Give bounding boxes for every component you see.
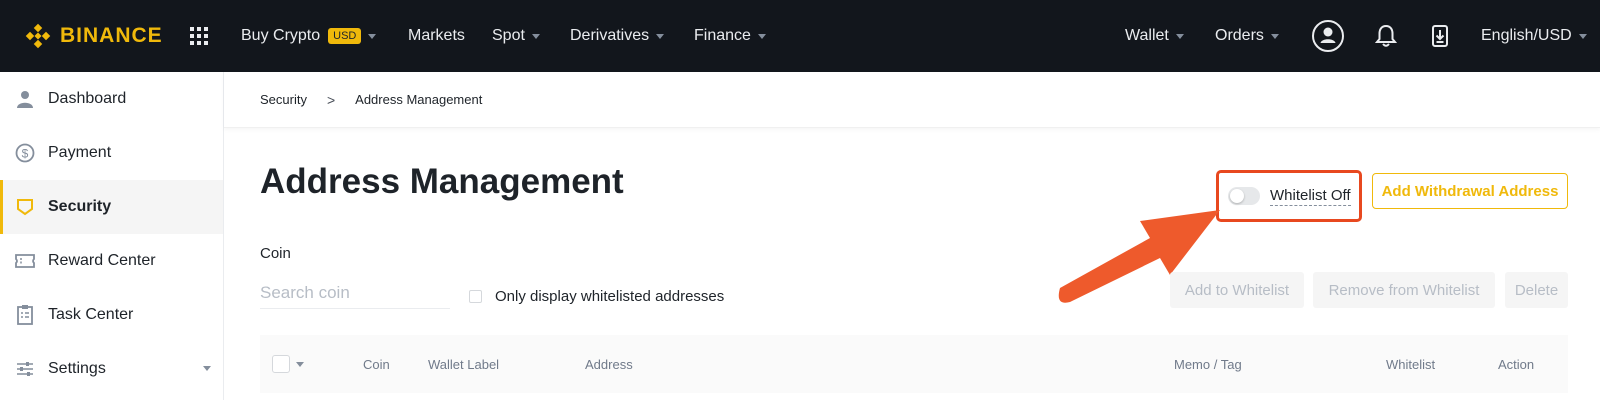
- only-whitelisted-filter[interactable]: Only display whitelisted addresses: [469, 288, 724, 305]
- nav-wallet[interactable]: Wallet: [1125, 0, 1184, 72]
- nav-orders-label: Orders: [1215, 27, 1264, 44]
- sidebar-item-label: Security: [48, 198, 112, 215]
- logo-text: BINANCE: [60, 24, 163, 47]
- chevron-down-icon: [1175, 33, 1184, 39]
- bell-icon[interactable]: [1368, 18, 1404, 54]
- sliders-icon: [14, 358, 36, 380]
- shield-icon: [14, 196, 36, 218]
- breadcrumb: Security > Address Management: [224, 72, 1600, 128]
- delete-button[interactable]: Delete: [1505, 272, 1568, 308]
- apps-grid-icon[interactable]: [190, 27, 208, 45]
- nav-buy-crypto-label: Buy Crypto: [241, 27, 321, 44]
- select-all-checkbox[interactable]: [272, 355, 290, 373]
- sidebar-item-label: Reward Center: [48, 252, 156, 269]
- nav-orders[interactable]: Orders: [1215, 0, 1279, 72]
- chevron-down-icon: [1270, 33, 1279, 39]
- only-whitelisted-label: Only display whitelisted addresses: [495, 288, 725, 305]
- whitelist-toggle-highlight: Whitelist Off: [1216, 170, 1362, 222]
- add-withdrawal-address-button[interactable]: Add Withdrawal Address: [1372, 173, 1568, 209]
- column-header-whitelist: Whitelist: [1386, 356, 1436, 372]
- user-avatar-icon[interactable]: [1310, 18, 1346, 54]
- chevron-down-icon: [1578, 33, 1587, 39]
- chevron-down-icon: [203, 366, 211, 371]
- remove-from-whitelist-button[interactable]: Remove from Whitelist: [1313, 272, 1495, 308]
- breadcrumb-security-link[interactable]: Security: [260, 92, 307, 107]
- column-header-coin: Coin: [363, 356, 390, 372]
- top-navigation-bar: BINANCE Buy Crypto USD Markets Spot Deri…: [0, 0, 1600, 72]
- whitelist-toggle-switch[interactable]: [1228, 187, 1260, 205]
- nav-buy-crypto[interactable]: Buy Crypto USD: [241, 0, 377, 72]
- add-to-whitelist-button[interactable]: Add to Whitelist: [1170, 272, 1304, 308]
- sidebar-item-dashboard[interactable]: Dashboard: [0, 72, 223, 126]
- page-title: Address Management: [260, 162, 624, 201]
- sidebar-item-label: Settings: [48, 360, 106, 377]
- search-coin-input[interactable]: [260, 277, 450, 309]
- chevron-down-icon: [531, 33, 540, 39]
- chevron-down-icon: [757, 33, 766, 39]
- whitelist-status-label[interactable]: Whitelist Off: [1270, 187, 1351, 206]
- nav-spot[interactable]: Spot: [492, 0, 540, 72]
- usd-badge: USD: [328, 28, 362, 44]
- nav-markets-label: Markets: [408, 27, 465, 44]
- nav-wallet-label: Wallet: [1125, 27, 1169, 44]
- language-label: English/USD: [1481, 27, 1572, 44]
- sidebar: Dashboard $ Payment Security Reward Cent…: [0, 72, 224, 400]
- sidebar-item-label: Payment: [48, 144, 112, 161]
- sidebar-item-label: Task Center: [48, 306, 134, 323]
- column-header-address: Address: [585, 356, 633, 372]
- only-whitelisted-checkbox[interactable]: [469, 290, 482, 303]
- clipboard-icon: [14, 304, 36, 326]
- nav-markets[interactable]: Markets: [408, 0, 465, 72]
- address-table-header: Coin Wallet Label Address Memo / Tag Whi…: [260, 335, 1568, 393]
- sidebar-item-reward-center[interactable]: Reward Center: [0, 234, 223, 288]
- breadcrumb-current: Address Management: [355, 92, 483, 107]
- dollar-circle-icon: $: [14, 142, 36, 164]
- sidebar-item-label: Dashboard: [48, 90, 127, 107]
- chevron-down-icon[interactable]: [296, 361, 304, 367]
- nav-finance-label: Finance: [694, 27, 751, 44]
- breadcrumb-separator: >: [326, 91, 336, 108]
- nav-derivatives-label: Derivatives: [570, 27, 650, 44]
- nav-spot-label: Spot: [492, 27, 525, 44]
- binance-logo-icon: [25, 23, 51, 49]
- nav-finance[interactable]: Finance: [694, 0, 766, 72]
- chevron-down-icon: [656, 33, 665, 39]
- ticket-icon: [14, 250, 36, 272]
- svg-text:$: $: [22, 147, 29, 161]
- download-icon[interactable]: [1422, 18, 1458, 54]
- select-all-control[interactable]: [272, 335, 304, 393]
- column-header-action: Action: [1498, 356, 1535, 372]
- binance-logo[interactable]: BINANCE: [24, 22, 163, 50]
- nav-derivatives[interactable]: Derivatives: [570, 0, 665, 72]
- chevron-down-icon: [368, 33, 377, 39]
- sidebar-item-task-center[interactable]: Task Center: [0, 288, 223, 342]
- column-header-memo-tag: Memo / Tag: [1174, 356, 1242, 372]
- user-icon: [14, 88, 36, 110]
- language-currency-selector[interactable]: English/USD: [1481, 0, 1587, 72]
- sidebar-item-payment[interactable]: $ Payment: [0, 126, 223, 180]
- column-header-wallet-label: Wallet Label: [428, 356, 500, 372]
- sidebar-item-settings[interactable]: Settings: [0, 342, 223, 396]
- sidebar-item-security[interactable]: Security: [0, 180, 223, 234]
- coin-filter-label: Coin: [260, 245, 291, 262]
